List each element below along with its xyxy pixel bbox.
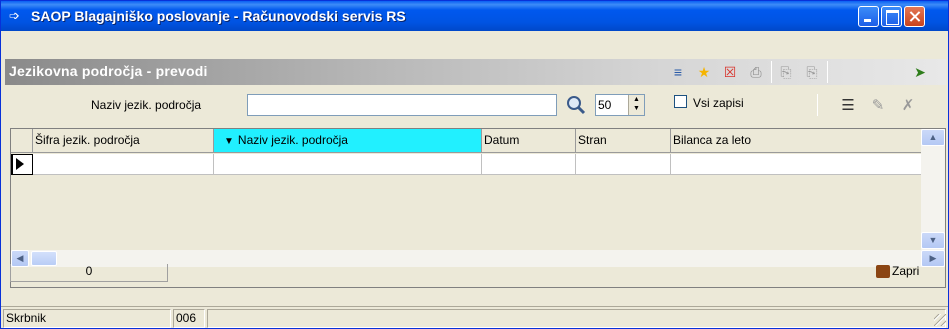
table-cell[interactable]: [33, 154, 214, 175]
title-bar[interactable]: ➩ SAOP Blagajniško poslovanje - Računovo…: [1, 1, 948, 31]
column-header-naziv[interactable]: ▼ Naziv jezik. področja: [214, 129, 482, 153]
delete-record-icon[interactable]: ✗: [899, 96, 917, 116]
minimize-button[interactable]: [858, 6, 879, 27]
search-input[interactable]: [247, 94, 557, 116]
stepper-down-icon[interactable]: ▼: [633, 105, 640, 113]
all-records-label: Vsi zapisi: [693, 96, 744, 110]
window-title: SAOP Blagajniško poslovanje - Računovods…: [31, 8, 406, 24]
search-icon[interactable]: [565, 94, 587, 116]
column-header-datum[interactable]: Datum: [482, 129, 576, 153]
search-row: Naziv jezik. področja 50 ▲ ▼ Vsi zapisi …: [5, 86, 946, 126]
toolbar-separator: [827, 61, 828, 83]
all-records-checkbox[interactable]: [674, 95, 687, 108]
table-cell[interactable]: [214, 154, 482, 175]
stepper-buttons[interactable]: ▲ ▼: [628, 95, 644, 115]
table-cell[interactable]: [576, 154, 671, 175]
page-size-value: 50: [598, 98, 612, 112]
new-record-icon[interactable]: ☰: [839, 96, 857, 116]
close-button[interactable]: [904, 6, 925, 27]
application-window: ➩ SAOP Blagajniško poslovanje - Računovo…: [0, 0, 949, 329]
toolbar-separator: [817, 94, 818, 116]
print-icon[interactable]: ⎙: [747, 63, 765, 81]
table-cell[interactable]: [482, 154, 576, 175]
status-message: [207, 309, 946, 328]
app-icon: ➩: [9, 8, 20, 23]
table-cell[interactable]: [671, 154, 921, 175]
toolbar-separator: [771, 61, 772, 83]
scroll-down-button[interactable]: ▼: [921, 232, 945, 249]
column-header-naziv-label: Naziv jezik. področja: [237, 133, 348, 147]
copy-icon[interactable]: ⎘: [777, 63, 795, 81]
panel-title: Jezikovna področja - prevodi: [9, 63, 208, 79]
panel-header: Jezikovna področja - prevodi ≡ ★ ☒ ⎙ ⎘ ⎘…: [5, 59, 946, 85]
page-size-stepper[interactable]: 50 ▲ ▼: [595, 94, 645, 116]
maximize-button[interactable]: [881, 6, 902, 27]
stepper-up-icon[interactable]: ▲: [633, 96, 640, 104]
column-header-bilanca[interactable]: Bilanca za leto: [671, 129, 921, 153]
sort-down-icon: ▼: [224, 136, 234, 147]
current-row-indicator: [11, 154, 33, 175]
paste-icon[interactable]: ⎘: [803, 63, 821, 81]
scroll-up-button[interactable]: ▲: [921, 129, 945, 146]
delete-icon[interactable]: ☒: [721, 63, 739, 81]
status-label: Skrbnik: [3, 309, 171, 328]
table-row[interactable]: [11, 154, 921, 175]
door-icon: [876, 265, 890, 279]
list-icon[interactable]: ≡: [669, 63, 687, 81]
exit-icon[interactable]: ➤: [911, 63, 929, 81]
vertical-scrollbar[interactable]: ▲ ▼: [921, 129, 945, 250]
edit-record-icon[interactable]: ✎: [869, 96, 887, 116]
grid-body: Šifra jezik. področja ▼ Naziv jezik. podr…: [11, 129, 921, 249]
search-label: Naziv jezik. področja: [91, 98, 202, 112]
status-bar: Skrbnik 006: [1, 306, 948, 328]
footer-count: 0: [10, 264, 168, 282]
resize-grip[interactable]: [934, 314, 946, 326]
close-form-button[interactable]: Zapri: [876, 264, 920, 279]
star-icon[interactable]: ★: [695, 63, 713, 81]
close-form-label: Zapri: [892, 264, 920, 278]
status-value: 006: [173, 309, 205, 328]
row-indicator-header: [11, 129, 33, 153]
column-header-stran[interactable]: Stran: [576, 129, 671, 153]
grid-footer: 0 Zapri: [10, 264, 946, 286]
column-header-sifra[interactable]: Šifra jezik. področja: [33, 129, 214, 153]
